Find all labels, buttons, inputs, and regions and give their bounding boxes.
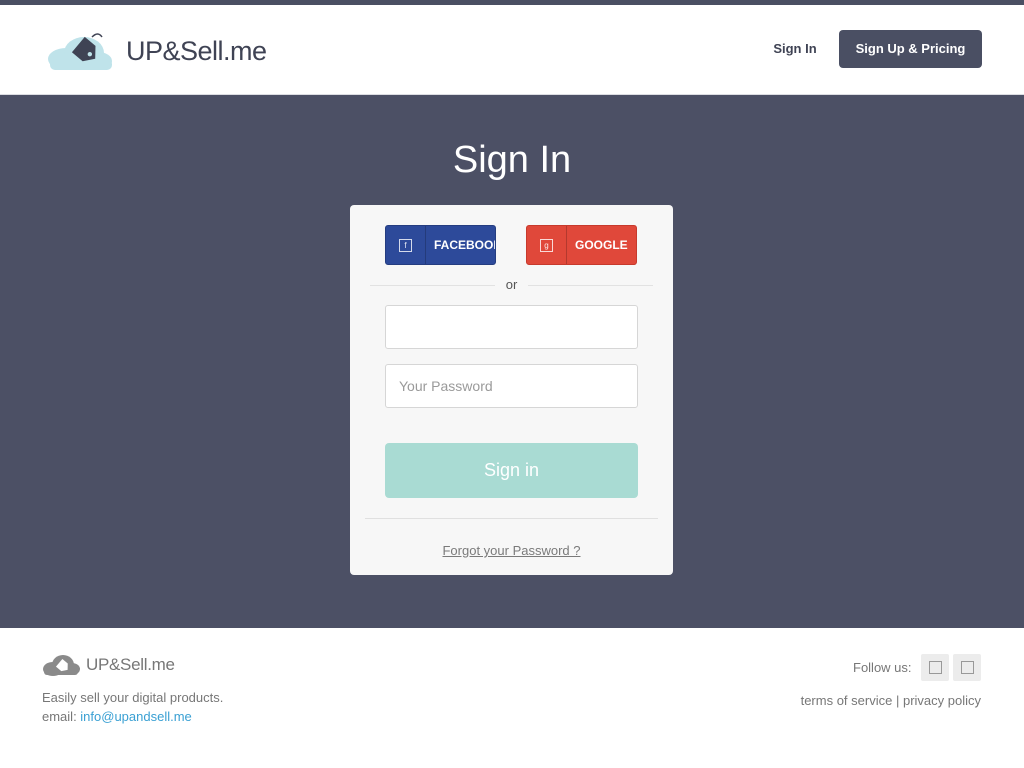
- signin-card: f FACEBOOK g GOOGLE or Sign in Forgot yo…: [350, 205, 673, 575]
- site-footer: UP&Sell.me Easily sell your digital prod…: [0, 628, 1024, 768]
- email-link[interactable]: info@upandsell.me: [80, 709, 191, 724]
- social-icon: [960, 661, 974, 674]
- facebook-login-button[interactable]: f FACEBOOK: [385, 225, 496, 265]
- email-field[interactable]: [385, 305, 638, 349]
- logo-text: UP&Sell.me: [126, 35, 267, 66]
- signin-submit-button[interactable]: Sign in: [385, 443, 638, 498]
- links-separator: |: [895, 693, 900, 708]
- page-title: Sign In: [452, 139, 572, 181]
- email-prefix: email:: [42, 709, 81, 724]
- signin-hero: Sign In f FACEBOOK g GOOGLE or Sign in F…: [0, 95, 1024, 628]
- footer-logo-text: UP&Sell.me: [86, 655, 175, 674]
- facebook-label: FACEBOOK: [434, 238, 496, 252]
- or-separator: or: [370, 277, 653, 293]
- password-field[interactable]: [385, 364, 638, 408]
- footer-logo[interactable]: UP&Sell.me: [42, 654, 175, 676]
- social-icon: [928, 661, 942, 674]
- google-icon: g: [527, 226, 567, 264]
- card-divider: [365, 518, 658, 519]
- google-label: GOOGLE: [575, 238, 628, 252]
- cloud-tag-icon: [43, 655, 80, 676]
- signup-pricing-button[interactable]: Sign Up & Pricing: [839, 30, 982, 68]
- facebook-icon: f: [386, 226, 426, 264]
- privacy-link[interactable]: privacy policy: [903, 693, 981, 708]
- footer-email-row: email: info@upandsell.me: [42, 709, 192, 724]
- site-logo[interactable]: UP&Sell.me: [46, 29, 267, 73]
- site-header: UP&Sell.me Sign In Sign Up & Pricing: [0, 5, 1024, 95]
- social-link-1[interactable]: [921, 654, 949, 681]
- footer-tagline: Easily sell your digital products.: [42, 690, 224, 705]
- google-login-button[interactable]: g GOOGLE: [526, 225, 637, 265]
- terms-link[interactable]: terms of service: [801, 693, 893, 708]
- social-link-2[interactable]: [953, 654, 981, 681]
- footer-links: terms of service | privacy policy: [760, 693, 981, 708]
- follow-us-label: Follow us:: [853, 660, 912, 675]
- nav-signin-link[interactable]: Sign In: [764, 30, 826, 68]
- price-tag-cloud-icon: [48, 33, 112, 70]
- forgot-password-link[interactable]: Forgot your Password ?: [350, 543, 673, 558]
- separator-line-right: [528, 285, 653, 286]
